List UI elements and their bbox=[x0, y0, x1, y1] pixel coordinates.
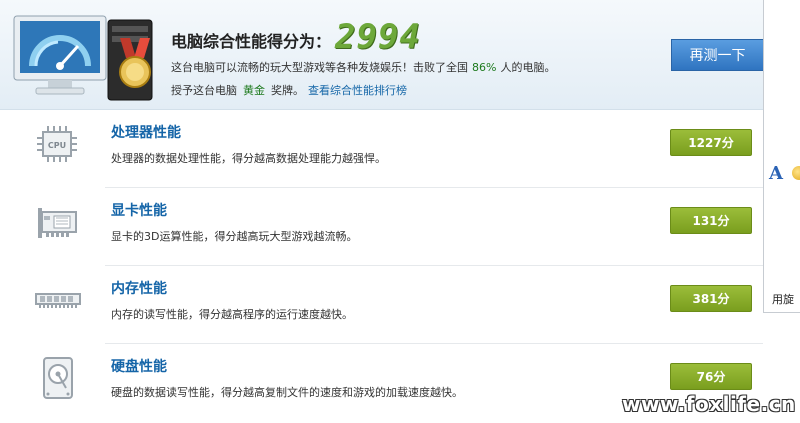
row-title: 显卡性能 bbox=[111, 203, 167, 219]
side-panel-text: 用旋 bbox=[772, 293, 794, 306]
side-panel bbox=[763, 0, 800, 313]
score-label: 电脑综合性能得分为： bbox=[171, 32, 332, 51]
row-title: 处理器性能 bbox=[111, 125, 181, 141]
score-description: 这台电脑可以流畅的玩大型游戏等各种发烧娱乐！击败了全国 86% 人的电脑。 bbox=[171, 59, 555, 75]
row-description: 显卡的3D运算性能，得分越高玩大型游戏越流畅。 bbox=[111, 230, 358, 243]
desc-prefix: 这台电脑可以流畅的玩大型游戏等各种发烧娱乐！击败了全国 bbox=[171, 61, 468, 74]
row-description: 内存的读写性能，得分越高程序的运行速度越快。 bbox=[111, 308, 353, 321]
award-line: 授予这台电脑 黄金 奖牌。 查看综合性能排行榜 bbox=[171, 82, 407, 98]
award-prefix: 授予这台电脑 bbox=[171, 84, 237, 97]
ranking-link[interactable]: 查看综合性能排行榜 bbox=[308, 84, 407, 97]
retest-button[interactable]: 再测一下 bbox=[671, 39, 763, 71]
font-letter-icon[interactable]: A bbox=[769, 163, 783, 184]
award-suffix: 奖牌。 bbox=[271, 84, 304, 97]
row-description: 处理器的数据处理性能，得分越高数据处理能力越强悍。 bbox=[111, 152, 386, 165]
hard-disk-icon bbox=[43, 357, 73, 399]
cpu-performance-row: CPU 处理器性能 处理器的数据处理性能，得分越高数据处理能力越强悍。 1227… bbox=[0, 110, 763, 188]
score-value: 2994 bbox=[335, 17, 421, 57]
graphics-performance-row: 显卡性能 显卡的3D运算性能，得分越高玩大型游戏越流畅。 131分 bbox=[0, 188, 763, 266]
memory-icon bbox=[35, 293, 81, 308]
score-line: 电脑综合性能得分为： 2994 bbox=[171, 18, 421, 56]
award-level: 黄金 bbox=[243, 84, 265, 97]
cpu-icon: CPU bbox=[37, 126, 77, 162]
disk-score-badge: 76分 bbox=[670, 363, 752, 390]
graphics-card-icon bbox=[38, 208, 77, 238]
row-title: 内存性能 bbox=[111, 281, 167, 297]
emoji-icon[interactable] bbox=[792, 166, 800, 180]
row-description: 硬盘的数据读写性能，得分越高复制文件的速度和游戏的加载速度越快。 bbox=[111, 386, 463, 399]
desc-suffix: 人的电脑。 bbox=[500, 61, 556, 74]
site-watermark: www.foxlife.cn bbox=[622, 392, 796, 416]
svg-text:CPU: CPU bbox=[48, 141, 66, 150]
score-header: 电脑综合性能得分为： 2994 这台电脑可以流畅的玩大型游戏等各种发烧娱乐！击败… bbox=[0, 0, 763, 110]
row-title: 硬盘性能 bbox=[111, 359, 167, 375]
graphics-score-badge: 131分 bbox=[670, 207, 752, 234]
cpu-score-badge: 1227分 bbox=[670, 129, 752, 156]
computer-speedometer-icon bbox=[13, 15, 153, 101]
beat-percent: 86% bbox=[472, 61, 497, 74]
memory-performance-row: 内存性能 内存的读写性能，得分越高程序的运行速度越快。 381分 bbox=[0, 266, 763, 344]
memory-score-badge: 381分 bbox=[670, 285, 752, 312]
